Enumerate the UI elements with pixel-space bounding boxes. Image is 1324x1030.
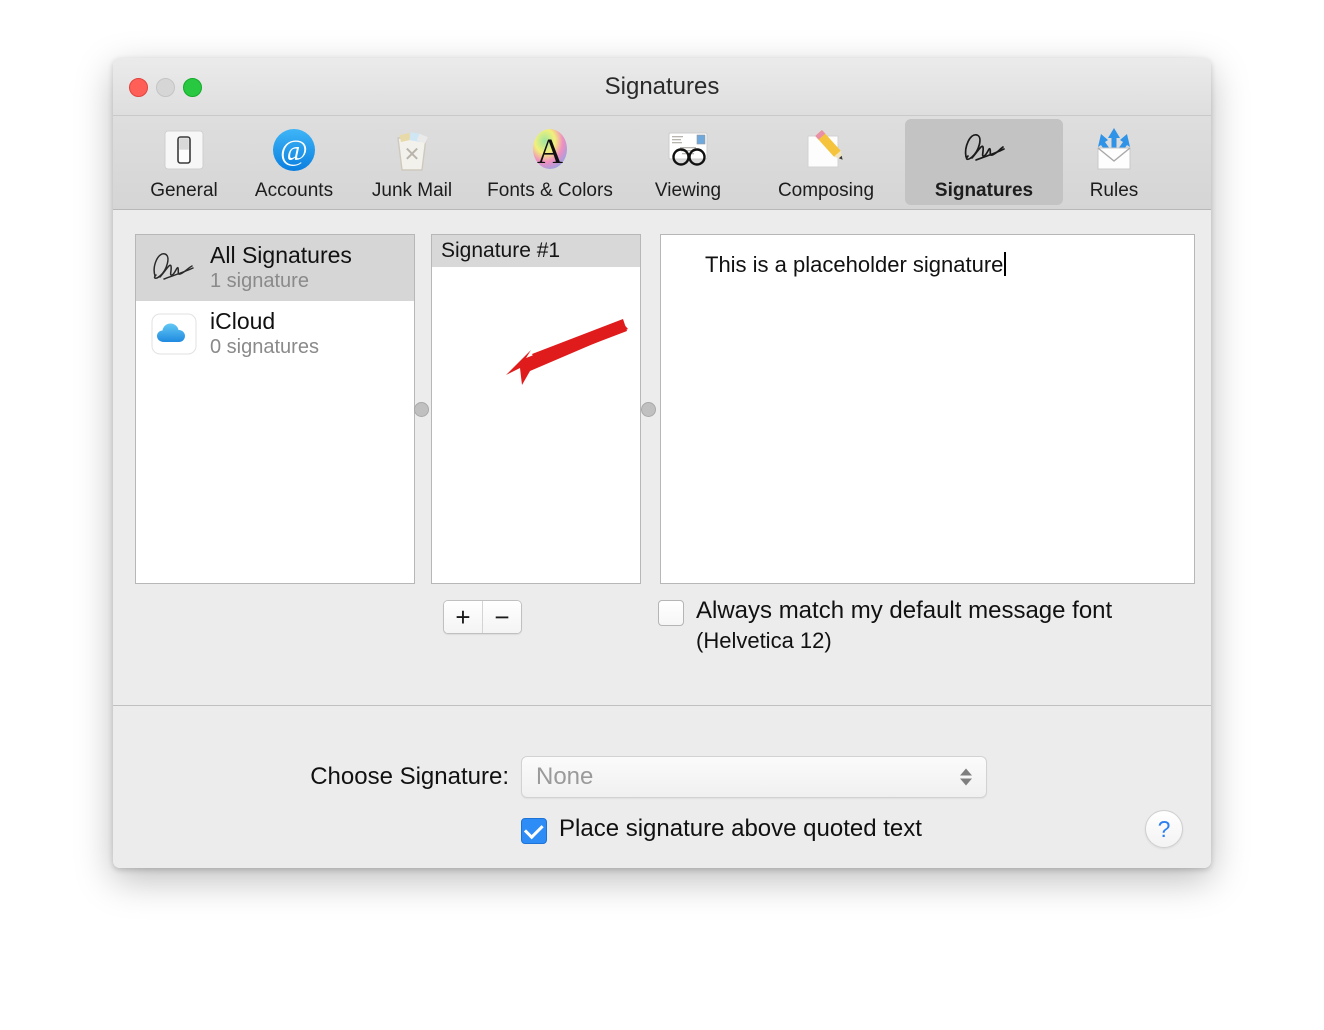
match-default-font-labels: Always match my default message font (He… bbox=[696, 596, 1112, 655]
signature-editor-text: This is a placeholder signature bbox=[705, 252, 1003, 277]
tab-signatures[interactable]: Signatures bbox=[905, 119, 1063, 205]
tab-accounts-label: Accounts bbox=[255, 180, 333, 202]
match-default-font-label: Always match my default message font bbox=[696, 596, 1112, 627]
at-sign-icon: @ bbox=[267, 123, 321, 177]
signature-add-remove-controls: + − bbox=[443, 600, 522, 634]
svg-text:@: @ bbox=[280, 134, 308, 167]
account-row-icloud[interactable]: iCloud 0 signatures bbox=[136, 301, 414, 367]
remove-signature-button[interactable]: − bbox=[482, 601, 521, 633]
tab-general[interactable]: General bbox=[133, 119, 235, 205]
tab-viewing[interactable]: Viewing bbox=[629, 119, 747, 205]
text-caret bbox=[1004, 252, 1006, 276]
account-row-text: iCloud 0 signatures bbox=[210, 309, 319, 358]
viewing-glasses-icon bbox=[661, 123, 715, 177]
account-name: iCloud bbox=[210, 309, 319, 335]
tab-rules[interactable]: Rules bbox=[1063, 119, 1165, 205]
preferences-window: Signatures General @ bbox=[113, 58, 1211, 868]
window-title: Signatures bbox=[113, 58, 1211, 115]
svg-text:✕: ✕ bbox=[404, 144, 421, 166]
match-default-font-checkbox[interactable] bbox=[658, 600, 684, 626]
help-button[interactable]: ? bbox=[1145, 810, 1183, 848]
choose-signature-label: Choose Signature: bbox=[113, 763, 521, 791]
splitter-dot-icon bbox=[641, 402, 656, 417]
general-switch-icon bbox=[157, 123, 211, 177]
choose-signature-row: Choose Signature: None bbox=[113, 756, 1211, 798]
signature-icon bbox=[957, 123, 1011, 177]
choose-signature-value: None bbox=[522, 763, 593, 791]
choose-signature-select[interactable]: None bbox=[521, 756, 987, 798]
icloud-icon bbox=[146, 309, 202, 359]
place-signature-row: Place signature above quoted text bbox=[521, 814, 922, 844]
place-signature-label: Place signature above quoted text bbox=[559, 815, 922, 843]
add-signature-button[interactable]: + bbox=[444, 601, 482, 633]
tab-composing-label: Composing bbox=[778, 180, 874, 202]
account-name: All Signatures bbox=[210, 243, 352, 269]
tab-composing[interactable]: Composing bbox=[747, 119, 905, 205]
account-count: 0 signatures bbox=[210, 336, 319, 358]
place-signature-checkbox[interactable] bbox=[521, 818, 547, 844]
tab-junk-mail[interactable]: ✕ Junk Mail bbox=[353, 119, 471, 205]
chevron-updown-icon bbox=[960, 769, 972, 786]
accounts-list[interactable]: All Signatures 1 signature iCloud bbox=[135, 234, 415, 584]
account-count: 1 signature bbox=[210, 270, 352, 292]
signatures-body: All Signatures 1 signature iCloud bbox=[113, 210, 1211, 706]
splitter-dot-icon bbox=[414, 402, 429, 417]
account-row-text: All Signatures 1 signature bbox=[210, 243, 352, 292]
tab-junk-mail-label: Junk Mail bbox=[372, 180, 452, 202]
fonts-colors-icon: A bbox=[523, 123, 577, 177]
composing-pencil-icon bbox=[799, 123, 853, 177]
junk-trash-icon: ✕ bbox=[385, 123, 439, 177]
signature-icon bbox=[146, 243, 202, 293]
svg-text:A: A bbox=[537, 131, 563, 171]
signature-list[interactable]: Signature #1 bbox=[431, 234, 641, 584]
match-default-font-sublabel: (Helvetica 12) bbox=[696, 627, 1112, 655]
match-default-font-group: Always match my default message font (He… bbox=[658, 596, 1112, 655]
tab-rules-label: Rules bbox=[1090, 180, 1139, 202]
splitter-handle-left[interactable] bbox=[412, 234, 430, 584]
tab-viewing-label: Viewing bbox=[655, 180, 721, 202]
title-bar: Signatures bbox=[113, 58, 1211, 116]
tab-accounts[interactable]: @ Accounts bbox=[235, 119, 353, 205]
tab-fonts-colors[interactable]: A Fonts & Colors bbox=[471, 119, 629, 205]
signatures-footer: Choose Signature: None Place signature a… bbox=[113, 706, 1211, 868]
tab-signatures-label: Signatures bbox=[935, 180, 1033, 202]
tab-general-label: General bbox=[150, 180, 218, 202]
rules-envelope-icon bbox=[1087, 123, 1141, 177]
tab-fonts-colors-label: Fonts & Colors bbox=[487, 180, 613, 202]
preferences-toolbar: General @ Accounts bbox=[113, 116, 1211, 210]
signature-row[interactable]: Signature #1 bbox=[432, 235, 640, 267]
signature-editor[interactable]: This is a placeholder signature bbox=[660, 234, 1195, 584]
checkmark-icon bbox=[523, 819, 543, 839]
account-row-all-signatures[interactable]: All Signatures 1 signature bbox=[136, 235, 414, 301]
signature-editor-content[interactable]: This is a placeholder signature bbox=[661, 235, 1194, 278]
splitter-handle-right[interactable] bbox=[639, 234, 657, 584]
